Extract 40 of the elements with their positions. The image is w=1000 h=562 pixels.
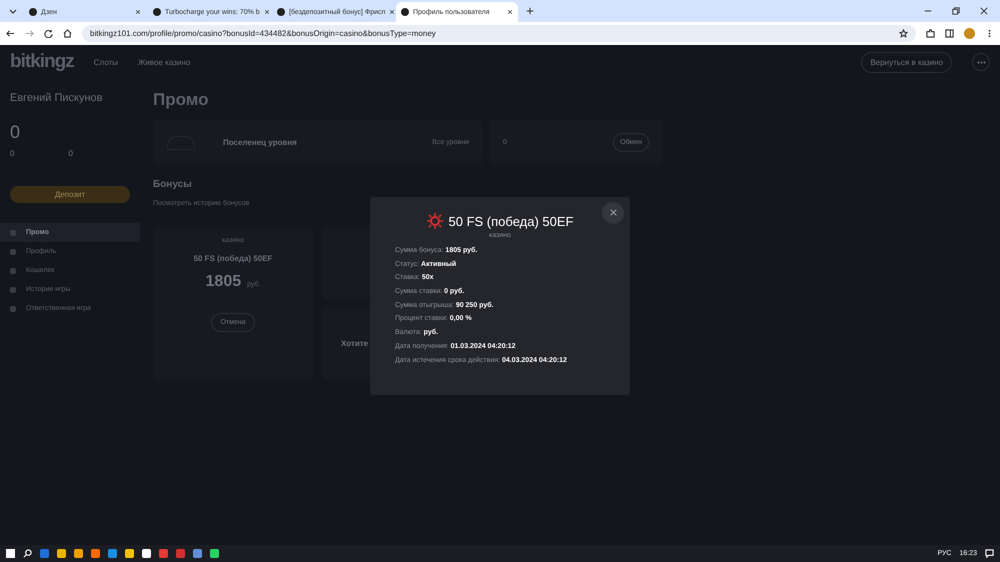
address-bar[interactable]: bitkingz101.com/profile/promo/casino?bonusId=434482&bonusOrigin=casino&bonusType=money: [82, 25, 916, 42]
notification-icon[interactable]: [985, 549, 994, 558]
close-icon: [610, 209, 616, 216]
favicon-icon: [401, 8, 409, 16]
avatar-icon[interactable]: [964, 28, 975, 39]
section-title: Бонусы: [153, 179, 193, 190]
restore-icon[interactable]: [952, 7, 960, 15]
close-icon[interactable]: [980, 7, 988, 15]
close-icon[interactable]: [135, 9, 141, 15]
bonus-name: 50 FS (победа) 50EF: [194, 254, 272, 263]
close-icon[interactable]: [264, 9, 270, 15]
back-icon[interactable]: [6, 29, 15, 38]
star-icon[interactable]: [899, 29, 908, 38]
close-icon[interactable]: [507, 9, 513, 15]
favicon-icon: [277, 8, 285, 16]
deposit-button[interactable]: Депозит: [10, 186, 130, 203]
plus-icon[interactable]: [526, 7, 534, 15]
close-button[interactable]: [602, 202, 624, 224]
reload-icon[interactable]: [44, 29, 53, 38]
nav-link[interactable]: Живое казино: [138, 58, 190, 66]
search-icon[interactable]: [23, 549, 32, 558]
bonus-amount: 1805: [206, 273, 242, 291]
offer-text: Хотите: [341, 338, 368, 348]
stat-value: 0: [10, 149, 14, 158]
points-value: 0: [10, 122, 22, 143]
dots-icon: [976, 60, 986, 64]
sidebar-icon[interactable]: [945, 29, 954, 38]
close-icon[interactable]: [389, 9, 396, 15]
favicon-icon: [29, 8, 37, 16]
nav-link[interactable]: Слоты: [94, 58, 118, 66]
back-to-casino-button[interactable]: Вернуться в казино: [861, 52, 952, 72]
favicon-icon: [153, 8, 161, 16]
user-name: Евгений Пискунов: [10, 92, 104, 104]
home-icon[interactable]: [63, 29, 72, 38]
more-button[interactable]: [972, 53, 990, 71]
site-logo[interactable]: bitkingz: [10, 51, 74, 73]
stat-value: 0: [68, 149, 73, 158]
page-title: Промо: [153, 90, 210, 110]
dialog-title: 50 FS (победа) 50EF: [448, 214, 574, 228]
level-title: Поселенец уровня: [223, 138, 297, 147]
